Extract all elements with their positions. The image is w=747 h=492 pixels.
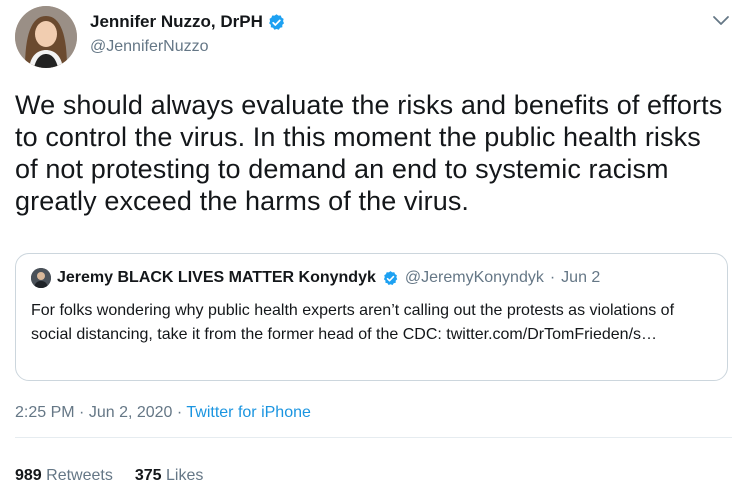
tweet-date[interactable]: Jun 2, 2020: [89, 404, 173, 421]
meta-separator: ·: [79, 404, 85, 421]
quoted-tweet-card[interactable]: Jeremy BLACK LIVES MATTER Konyndyk @Jere…: [15, 253, 728, 381]
author-handle[interactable]: @JenniferNuzzo: [90, 38, 209, 56]
likes-label: Likes: [166, 467, 204, 484]
chevron-down-icon[interactable]: [712, 14, 730, 28]
author-avatar[interactable]: [15, 6, 77, 68]
quoted-verified-badge-icon: [382, 270, 399, 287]
retweets-count: 989: [15, 467, 42, 484]
tweet-stats: 989 Retweets 375 Likes: [15, 467, 203, 485]
quoted-separator: ·: [549, 269, 556, 286]
quoted-author-handle: @JeremyKonyndyk: [404, 269, 544, 286]
retweets-stat[interactable]: 989 Retweets: [15, 467, 113, 484]
quoted-author-display-name: Jeremy BLACK LIVES MATTER Konyndyk: [57, 269, 376, 286]
quoted-tweet-date: Jun 2: [561, 269, 601, 286]
quoted-tweet-text: For folks wondering why public health ex…: [31, 302, 675, 343]
tweet-meta: 2:25 PM · Jun 2, 2020 · Twitter for iPho…: [15, 404, 311, 422]
author-name-row: Jennifer Nuzzo, DrPH: [90, 12, 286, 32]
quoted-author-avatar: [31, 268, 51, 288]
author-display-name[interactable]: Jennifer Nuzzo, DrPH: [90, 12, 263, 32]
author-avatar-image: [15, 6, 77, 68]
verified-badge-icon: [267, 13, 286, 32]
meta-separator: ·: [176, 404, 183, 421]
likes-stat[interactable]: 375 Likes: [135, 467, 204, 484]
likes-count: 375: [134, 467, 162, 484]
divider: [15, 437, 732, 438]
tweet-source-link[interactable]: Twitter for iPhone: [186, 404, 311, 421]
tweet-time[interactable]: 2:25 PM: [15, 404, 75, 421]
quoted-tweet-header: Jeremy BLACK LIVES MATTER Konyndyk @Jere…: [31, 268, 600, 288]
retweets-label: Retweets: [46, 467, 113, 484]
tweet-text: We should always evaluate the risks and …: [15, 90, 723, 216]
